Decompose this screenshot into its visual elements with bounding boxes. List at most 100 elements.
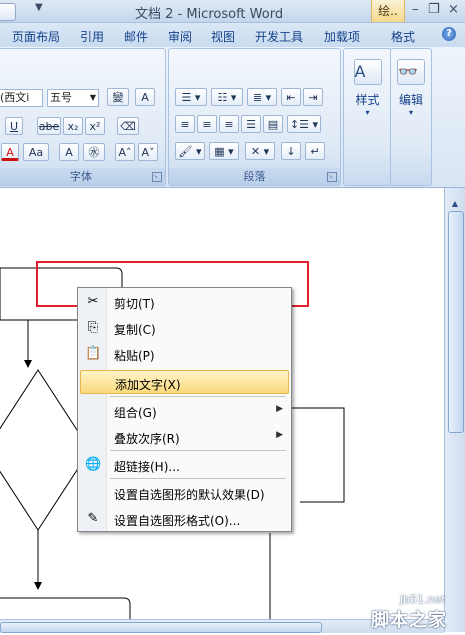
menu-item-set-default-effect[interactable]: 设置自选图形的默认效果(D) [80,481,289,505]
paragraph-group-label: 段落 [169,168,340,185]
submenu-arrow-icon: ▶ [276,430,283,440]
distributed-button[interactable]: ▤ [263,115,283,133]
binoculars-icon: 👓 [397,59,425,85]
paste-icon: 📋 [85,346,102,361]
shading-button[interactable]: 🖌 ▾ [175,142,205,160]
font-group: (西文i 五号 ▼ 變 A U abe x₂ x² ⌫ A Aa A ㊌ A˄ … [0,48,166,186]
menu-item-label: 复制(C) [114,323,156,337]
format-shape-icon: ✎ [87,511,99,526]
hyperlink-icon: 🌐 [85,457,102,472]
vertical-scroll-thumb[interactable] [448,211,464,433]
tab-view[interactable]: 视图 [211,28,235,45]
menu-item-cut[interactable]: ✂ 剪切(T) [80,290,289,314]
title-bar: ▼ 文档 2 - Microsoft Word 绘.. – ❐ × [0,0,465,23]
menu-item-hyperlink[interactable]: 🌐 超链接(H)... [80,453,289,477]
decrease-indent-button[interactable]: ⇤ [281,88,301,106]
tab-references[interactable]: 引用 [80,28,104,45]
scissors-icon: ✂ [87,294,99,309]
styles-label: 样式 [355,93,380,107]
change-case-button[interactable]: Aa [23,143,49,161]
tab-mailings[interactable]: 邮件 [124,28,148,45]
font-name-combo[interactable]: (西文i [0,89,43,107]
menu-item-label: 组合(G) [114,406,157,420]
tab-developer[interactable]: 开发工具 [255,28,303,45]
menu-item-label: 设置自选图形格式(O)... [114,514,241,528]
ribbon-tabs: 页面布局 引用 邮件 审阅 视图 开发工具 加载项 格式 ? [0,23,465,47]
horizontal-scroll-thumb[interactable] [0,622,322,633]
character-border-button[interactable]: A [135,88,155,106]
copy-icon: ⎘ [87,320,99,335]
watermark-name: 脚本之家 [371,610,447,631]
menu-item-paste[interactable]: 📋 粘贴(P) [80,342,289,366]
context-menu: ✂ 剪切(T) ⎘ 复制(C) 📋 粘贴(P) 添加文字(X) 组合(G) ▶ … [77,287,292,532]
numbering-button[interactable]: ☷ ▾ [211,88,243,106]
close-button[interactable]: × [448,2,459,17]
menu-item-label: 叠放次序(R) [114,432,180,446]
styles-icon: A [353,59,382,85]
submenu-arrow-icon: ▶ [276,404,283,414]
clear-formatting-icon[interactable]: ⌫ [117,117,139,135]
font-dialog-launcher-icon[interactable]: ↘ [152,172,162,182]
phonetic-guide-button[interactable]: 變 [107,88,129,106]
align-right-button[interactable]: ≡ [219,115,239,133]
increase-indent-button[interactable]: ⇥ [303,88,323,106]
window-title: 文档 2 - Microsoft Word [135,7,284,22]
tab-page-layout[interactable]: 页面布局 [12,28,60,45]
grow-font-button[interactable]: A˄ [115,143,135,161]
font-size-value: 五号 [50,91,72,104]
enclose-characters-button[interactable]: ㊌ [83,143,105,161]
menu-item-add-text[interactable]: 添加文字(X) [80,370,289,394]
restore-button[interactable]: ❐ [428,2,440,17]
menu-item-group[interactable]: 组合(G) ▶ [80,399,289,423]
tab-format[interactable]: 格式 [391,28,415,45]
menu-item-order[interactable]: 叠放次序(R) ▶ [80,425,289,449]
menu-separator [110,396,286,397]
paragraph-dialog-launcher-icon[interactable]: ↘ [327,172,337,182]
menu-item-label: 粘贴(P) [114,349,155,363]
watermark-url: jb51.net [400,593,446,606]
align-center-button[interactable]: ≡ [197,115,217,133]
strikethrough-button[interactable]: abe [37,117,61,135]
font-group-label: 字体 [0,168,165,185]
font-color-button[interactable]: A [1,143,19,161]
menu-item-label: 添加文字(X) [115,378,181,392]
justify-button[interactable]: ☰ [241,115,261,133]
editing-label: 编辑 [398,93,423,107]
sort-button[interactable]: ↓ [281,142,301,160]
menu-item-label: 设置自选图形的默认效果(D) [114,488,265,502]
chinese-layout-button[interactable]: ✕ ▾ [245,142,275,160]
chevron-up-icon[interactable]: ▲ [448,199,462,209]
line-spacing-button[interactable]: ↕☰ ▾ [287,115,321,133]
paragraph-group: ☰ ▾ ☷ ▾ ≣ ▾ ⇤ ⇥ ≡ ≡ ≡ ☰ ▤ ↕☰ ▾ 🖌 ▾ ▦ ▾ ✕… [168,48,341,186]
office-button[interactable] [0,3,16,21]
styles-group[interactable]: A 样式 ▾ [343,48,392,186]
borders-button[interactable]: ▦ ▾ [209,142,239,160]
shrink-font-button[interactable]: A˅ [138,143,158,161]
editing-group[interactable]: 👓 编辑 ▾ [390,48,432,186]
menu-separator [110,450,286,451]
vertical-scrollbar[interactable]: ▲ [444,188,465,632]
chevron-down-icon: ▼ [89,93,96,102]
show-marks-button[interactable]: ↵ [305,142,325,160]
bullets-button[interactable]: ☰ ▾ [175,88,207,106]
font-size-combo[interactable]: 五号 ▼ [47,89,99,107]
menu-item-copy[interactable]: ⎘ 复制(C) [80,316,289,340]
align-left-button[interactable]: ≡ [175,115,195,133]
drawing-tools-context-tab[interactable]: 绘.. [371,0,405,22]
minimize-button[interactable]: – [412,2,419,17]
superscript-button[interactable]: x² [85,117,105,135]
menu-item-format-autoshape[interactable]: ✎ 设置自选图形格式(O)... [80,507,289,531]
tab-review[interactable]: 审阅 [168,28,192,45]
character-shading-button[interactable]: A [59,143,79,161]
tab-add-ins[interactable]: 加载项 [324,28,360,45]
menu-separator [110,478,286,479]
chevron-down-icon: ▾ [408,108,413,117]
help-icon[interactable]: ? [442,27,456,41]
underline-button[interactable]: U [5,117,23,135]
menu-item-label: 剪切(T) [114,297,155,311]
ribbon: (西文i 五号 ▼ 變 A U abe x₂ x² ⌫ A Aa A ㊌ A˄ … [0,47,465,188]
subscript-button[interactable]: x₂ [63,117,83,135]
multilevel-list-button[interactable]: ≣ ▾ [247,88,277,106]
quick-access-dropdown-icon[interactable]: ▼ [35,2,43,13]
menu-item-label: 超链接(H)... [114,460,180,474]
